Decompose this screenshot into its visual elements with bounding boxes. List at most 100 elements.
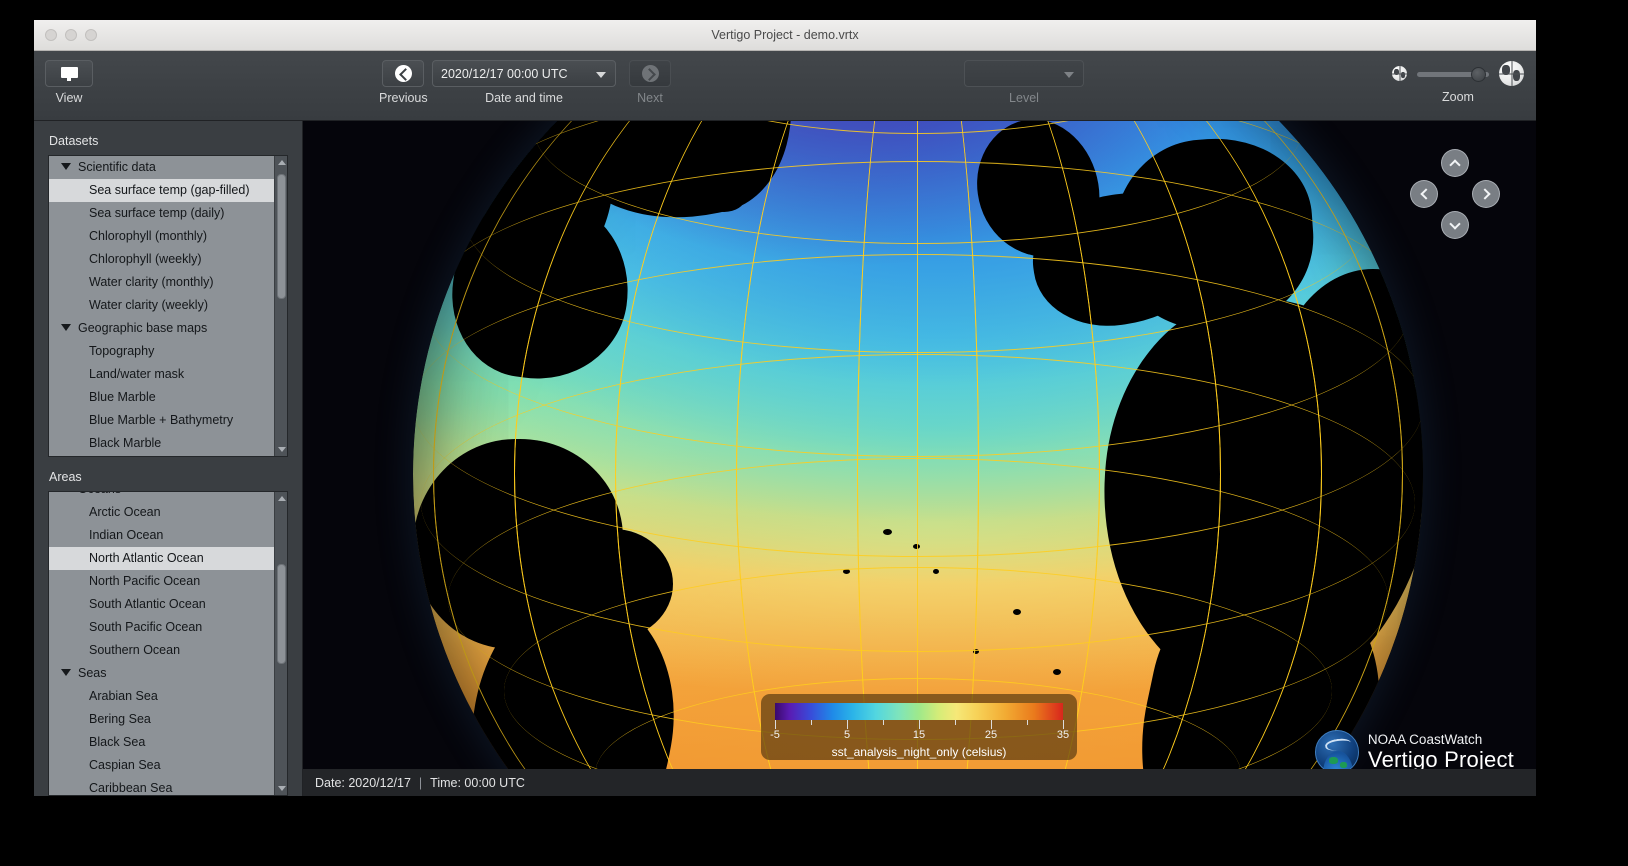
triangle-down-icon[interactable]: [61, 324, 71, 331]
dataset-item-label: Chlorophyll (weekly): [89, 252, 202, 266]
colorbar-major-tick: [991, 720, 992, 729]
dataset-item[interactable]: Blue Marble + Bathymetry: [49, 409, 274, 432]
island: [843, 569, 850, 574]
scrollbar-thumb[interactable]: [277, 564, 286, 664]
circle-chevron-right-icon: [642, 65, 659, 82]
area-item[interactable]: Caribbean Sea: [49, 777, 274, 795]
colorbar-major-tick: [775, 720, 776, 729]
area-item[interactable]: Caspian Sea: [49, 754, 274, 777]
dataset-item[interactable]: Chlorophyll (weekly): [49, 248, 274, 271]
colorbar-tick-label: 15: [913, 729, 925, 741]
dataset-item[interactable]: Chlorophyll (monthly): [49, 225, 274, 248]
datetime-label: Date and time: [432, 91, 616, 105]
areas-list[interactable]: Oceans Arctic OceanIndian OceanNorth Atla…: [48, 491, 288, 796]
chevron-down-icon: [1064, 72, 1074, 78]
island: [883, 529, 892, 535]
area-item-label: Arabian Sea: [89, 689, 158, 703]
nav-right-arrow[interactable]: [1472, 180, 1500, 208]
island: [1053, 669, 1061, 675]
zoom-control-group: Zoom: [1392, 60, 1524, 104]
scroll-down-icon[interactable]: [275, 443, 288, 456]
area-item[interactable]: South Atlantic Ocean: [49, 593, 274, 616]
area-item-group[interactable]: Seas: [49, 662, 274, 685]
area-item-label: Seas: [78, 666, 107, 680]
datetime-dropdown[interactable]: 2020/12/17 00:00 UTC: [432, 60, 616, 87]
view-button[interactable]: [45, 60, 93, 87]
area-item[interactable]: North Pacific Ocean: [49, 570, 274, 593]
dataset-item[interactable]: Land/water mask: [49, 363, 274, 386]
colorbar-tick-label: -5: [770, 729, 780, 741]
toolbar: View Previous 2020/12/17 00:00 UTC Date …: [34, 51, 1536, 121]
scroll-up-icon[interactable]: [275, 156, 288, 169]
areas-scrollbar[interactable]: [274, 492, 287, 795]
dataset-item[interactable]: Water clarity (monthly): [49, 271, 274, 294]
previous-button[interactable]: [382, 60, 424, 87]
nav-up-arrow[interactable]: [1441, 149, 1469, 177]
scrollbar-thumb[interactable]: [277, 174, 286, 299]
colorbar-tick-label: 5: [844, 729, 850, 741]
dataset-item-label: Topography: [89, 344, 154, 358]
dataset-item[interactable]: Black Marble: [49, 432, 274, 455]
status-bar: Date: 2020/12/17 | Time: 00:00 UTC: [303, 769, 1536, 796]
dataset-item-group[interactable]: Scientific data: [49, 156, 274, 179]
area-item[interactable]: Bering Sea: [49, 708, 274, 731]
triangle-down-icon[interactable]: [61, 163, 71, 170]
status-separator: |: [419, 776, 422, 790]
area-item[interactable]: Arabian Sea: [49, 685, 274, 708]
status-date: Date: 2020/12/17: [315, 776, 411, 790]
colorbar-minor-tick: [955, 720, 956, 725]
island: [1313, 659, 1323, 667]
scroll-down-icon[interactable]: [275, 782, 288, 795]
dataset-item-label: Blue Marble + Bathymetry: [89, 413, 233, 427]
nav-left-arrow[interactable]: [1410, 180, 1438, 208]
area-item[interactable]: Arctic Ocean: [49, 501, 274, 524]
area-item[interactable]: Black Sea: [49, 731, 274, 754]
dataset-item-label: Scientific data: [78, 160, 156, 174]
dataset-item-label: Water clarity (weekly): [89, 298, 208, 312]
navigation-pad: [1400, 149, 1510, 259]
island: [1273, 729, 1282, 736]
area-item-label: Southern Ocean: [89, 643, 180, 657]
previous-label: Previous: [379, 91, 428, 105]
dataset-item[interactable]: Blue Marble: [49, 386, 274, 409]
zoom-slider[interactable]: [1417, 64, 1489, 84]
dataset-item[interactable]: Sea surface temp (gap-filled): [49, 179, 274, 202]
area-item[interactable]: Southern Ocean: [49, 639, 274, 662]
zoom-slider-handle[interactable]: [1471, 67, 1486, 82]
colorbar-tick-label: 35: [1057, 729, 1069, 741]
area-item-group[interactable]: Oceans: [49, 492, 274, 501]
area-item[interactable]: North Atlantic Ocean: [49, 547, 274, 570]
next-button[interactable]: [629, 60, 671, 87]
circle-chevron-left-icon: [395, 65, 412, 82]
landmass: [703, 184, 745, 212]
datasets-panel-title: Datasets: [34, 121, 302, 155]
globe-viewport[interactable]: -55152535 sst_analysis_night_only (celsi…: [303, 121, 1536, 796]
logo-line-vertigo: Vertigo Project: [1368, 748, 1514, 771]
globe-large-icon: [1499, 61, 1524, 86]
datetime-control-group: 2020/12/17 00:00 UTC Date and time: [432, 60, 616, 105]
dataset-item-group[interactable]: Geographic base maps: [49, 317, 274, 340]
scroll-up-icon[interactable]: [275, 492, 288, 505]
dataset-item-label: Black Marble: [89, 436, 161, 450]
level-dropdown[interactable]: [964, 60, 1084, 87]
area-item[interactable]: Indian Ocean: [49, 524, 274, 547]
area-item-label: South Pacific Ocean: [89, 620, 202, 634]
view-control-group: View: [45, 60, 93, 105]
datasets-scrollbar[interactable]: [274, 156, 287, 456]
colorbar-minor-tick: [883, 720, 884, 725]
dataset-item[interactable]: Sea surface temp (daily): [49, 202, 274, 225]
window-title: Vertigo Project - demo.vrtx: [34, 28, 1536, 42]
colorbar-gradient: [775, 703, 1063, 720]
nav-down-arrow[interactable]: [1441, 211, 1469, 239]
dataset-item[interactable]: Topography: [49, 340, 274, 363]
area-item-label: Oceans: [78, 492, 121, 496]
dataset-item-label: Chlorophyll (monthly): [89, 229, 207, 243]
area-item[interactable]: South Pacific Ocean: [49, 616, 274, 639]
dataset-item-label: Water clarity (monthly): [89, 275, 214, 289]
triangle-down-icon[interactable]: [61, 669, 71, 676]
area-item-label: Bering Sea: [89, 712, 151, 726]
dataset-item[interactable]: Water clarity (weekly): [49, 294, 274, 317]
area-item-label: Caribbean Sea: [89, 781, 172, 795]
next-label: Next: [629, 91, 671, 105]
datasets-list[interactable]: Scientific data Sea surface temp (gap-fil…: [48, 155, 288, 457]
